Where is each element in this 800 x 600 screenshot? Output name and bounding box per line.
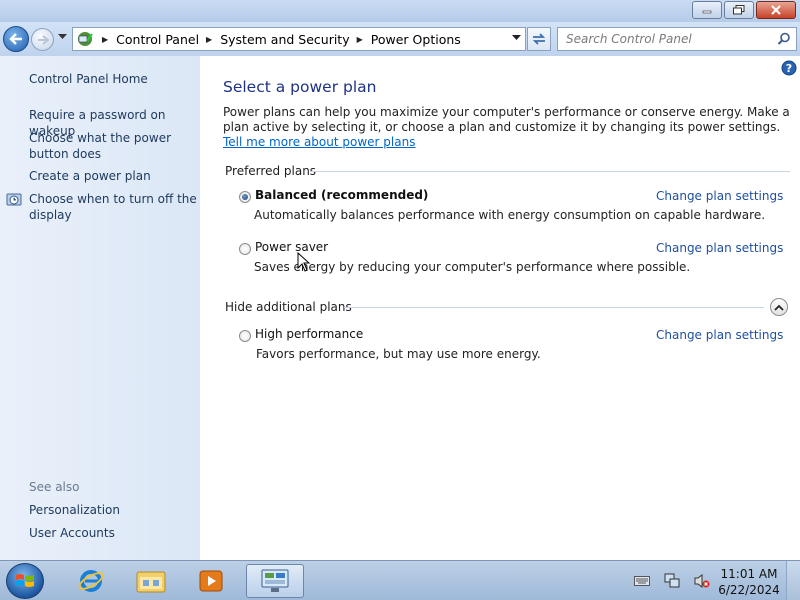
minimize-icon (702, 10, 712, 14)
plan-name-balanced[interactable]: Balanced (recommended) (255, 188, 428, 202)
control-panel-icon (78, 32, 93, 46)
plan-radio-high-performance[interactable] (239, 330, 251, 342)
close-button[interactable] (756, 1, 796, 19)
navigation-bar: ▶ Control Panel ▶ System and Security ▶ … (0, 22, 800, 56)
arrow-left-icon (9, 33, 22, 45)
breadcrumb: Control Panel ▶ System and Security ▶ Po… (116, 32, 461, 47)
plan-name-power-saver[interactable]: Power saver (255, 240, 328, 254)
svg-text:?: ? (786, 62, 792, 75)
breadcrumb-system-and-security[interactable]: System and Security (220, 32, 349, 47)
divider (344, 307, 764, 308)
address-dropdown-icon[interactable] (512, 35, 521, 41)
window-title-bar (0, 0, 800, 22)
minimize-button[interactable] (692, 1, 722, 19)
intro-body: Power plans can help you maximize your c… (223, 105, 790, 134)
page-title: Select a power plan (223, 78, 377, 96)
main-content: ? Select a power plan Power plans can he… (200, 56, 800, 560)
search-icon[interactable] (777, 32, 791, 46)
plan-description: Saves energy by reducing your computer's… (254, 260, 691, 274)
maximize-button[interactable] (724, 1, 754, 19)
breadcrumb-separator-icon: ▶ (102, 34, 109, 44)
refresh-button[interactable] (527, 27, 551, 51)
taskbar-control-panel[interactable] (246, 564, 304, 598)
search-box[interactable] (557, 27, 797, 51)
keyboard-icon[interactable] (634, 576, 650, 586)
network-icon[interactable] (664, 573, 680, 589)
sidebar-turn-off-display[interactable]: Choose when to turn off the display (29, 191, 199, 223)
close-icon (771, 5, 781, 15)
windows-logo-icon (16, 574, 34, 587)
window-controls (692, 1, 796, 19)
taskbar-internet-explorer[interactable] (66, 564, 116, 598)
clock-date: 6/22/2024 (718, 583, 780, 597)
change-plan-settings-link[interactable]: Change plan settings (656, 241, 783, 255)
sidebar-control-panel-home[interactable]: Control Panel Home (29, 71, 199, 87)
help-icon[interactable]: ? (781, 60, 797, 76)
plan-description: Automatically balances performance with … (254, 208, 766, 222)
tell-me-more-link[interactable]: Tell me more about power plans (223, 135, 415, 149)
address-bar[interactable]: ▶ Control Panel ▶ System and Security ▶ … (72, 27, 526, 51)
back-button[interactable] (3, 26, 29, 52)
maximize-icon (733, 5, 745, 15)
clock-monitor-icon (6, 193, 22, 206)
recent-pages-dropdown-icon[interactable] (58, 34, 67, 40)
sidebar-power-button[interactable]: Choose what the power button does (29, 130, 199, 162)
sidebar-personalization[interactable]: Personalization (29, 502, 199, 518)
start-button[interactable] (6, 563, 44, 599)
chevron-up-icon (774, 304, 784, 311)
collapse-plans-button[interactable] (770, 298, 788, 316)
forward-button[interactable] (31, 28, 54, 51)
search-input[interactable] (566, 32, 766, 46)
hide-additional-plans-heading[interactable]: Hide additional plans (225, 300, 352, 314)
sidebar-create-plan[interactable]: Create a power plan (29, 168, 199, 184)
control-panel-icon (261, 569, 289, 592)
taskbar-windows-explorer[interactable] (126, 564, 176, 598)
clock-time: 11:01 AM (720, 567, 778, 581)
volume-muted-icon[interactable] (694, 573, 710, 589)
mouse-cursor-icon (297, 252, 311, 272)
plan-radio-power-saver[interactable] (239, 243, 251, 255)
taskbar-clock[interactable]: 11:01 AM 6/22/2024 (716, 566, 782, 598)
divider (310, 171, 790, 172)
see-also-label: See also (29, 480, 80, 494)
sidebar: Control Panel Home Require a password on… (0, 56, 200, 560)
arrow-right-icon (37, 34, 49, 45)
taskbar-media-player[interactable] (186, 564, 236, 598)
plan-name-high-performance[interactable]: High performance (255, 327, 363, 341)
change-plan-settings-link[interactable]: Change plan settings (656, 189, 783, 203)
taskbar: 11:01 AM 6/22/2024 (0, 560, 800, 600)
breadcrumb-separator-icon[interactable]: ▶ (357, 35, 363, 44)
breadcrumb-separator-icon[interactable]: ▶ (206, 35, 212, 44)
preferred-plans-heading: Preferred plans (225, 164, 317, 178)
media-player-icon (199, 570, 223, 592)
breadcrumb-power-options[interactable]: Power Options (371, 32, 461, 47)
change-plan-settings-link[interactable]: Change plan settings (656, 328, 783, 342)
plan-radio-balanced[interactable] (239, 191, 251, 203)
sidebar-user-accounts[interactable]: User Accounts (29, 525, 199, 541)
plan-description: Favors performance, but may use more ene… (256, 347, 541, 361)
system-tray (634, 573, 710, 589)
refresh-icon (532, 33, 546, 45)
internet-explorer-icon (78, 570, 104, 592)
windows-explorer-icon (136, 571, 166, 593)
show-desktop-button[interactable] (786, 561, 800, 600)
intro-text: Power plans can help you maximize your c… (223, 105, 795, 150)
breadcrumb-control-panel[interactable]: Control Panel (116, 32, 199, 47)
